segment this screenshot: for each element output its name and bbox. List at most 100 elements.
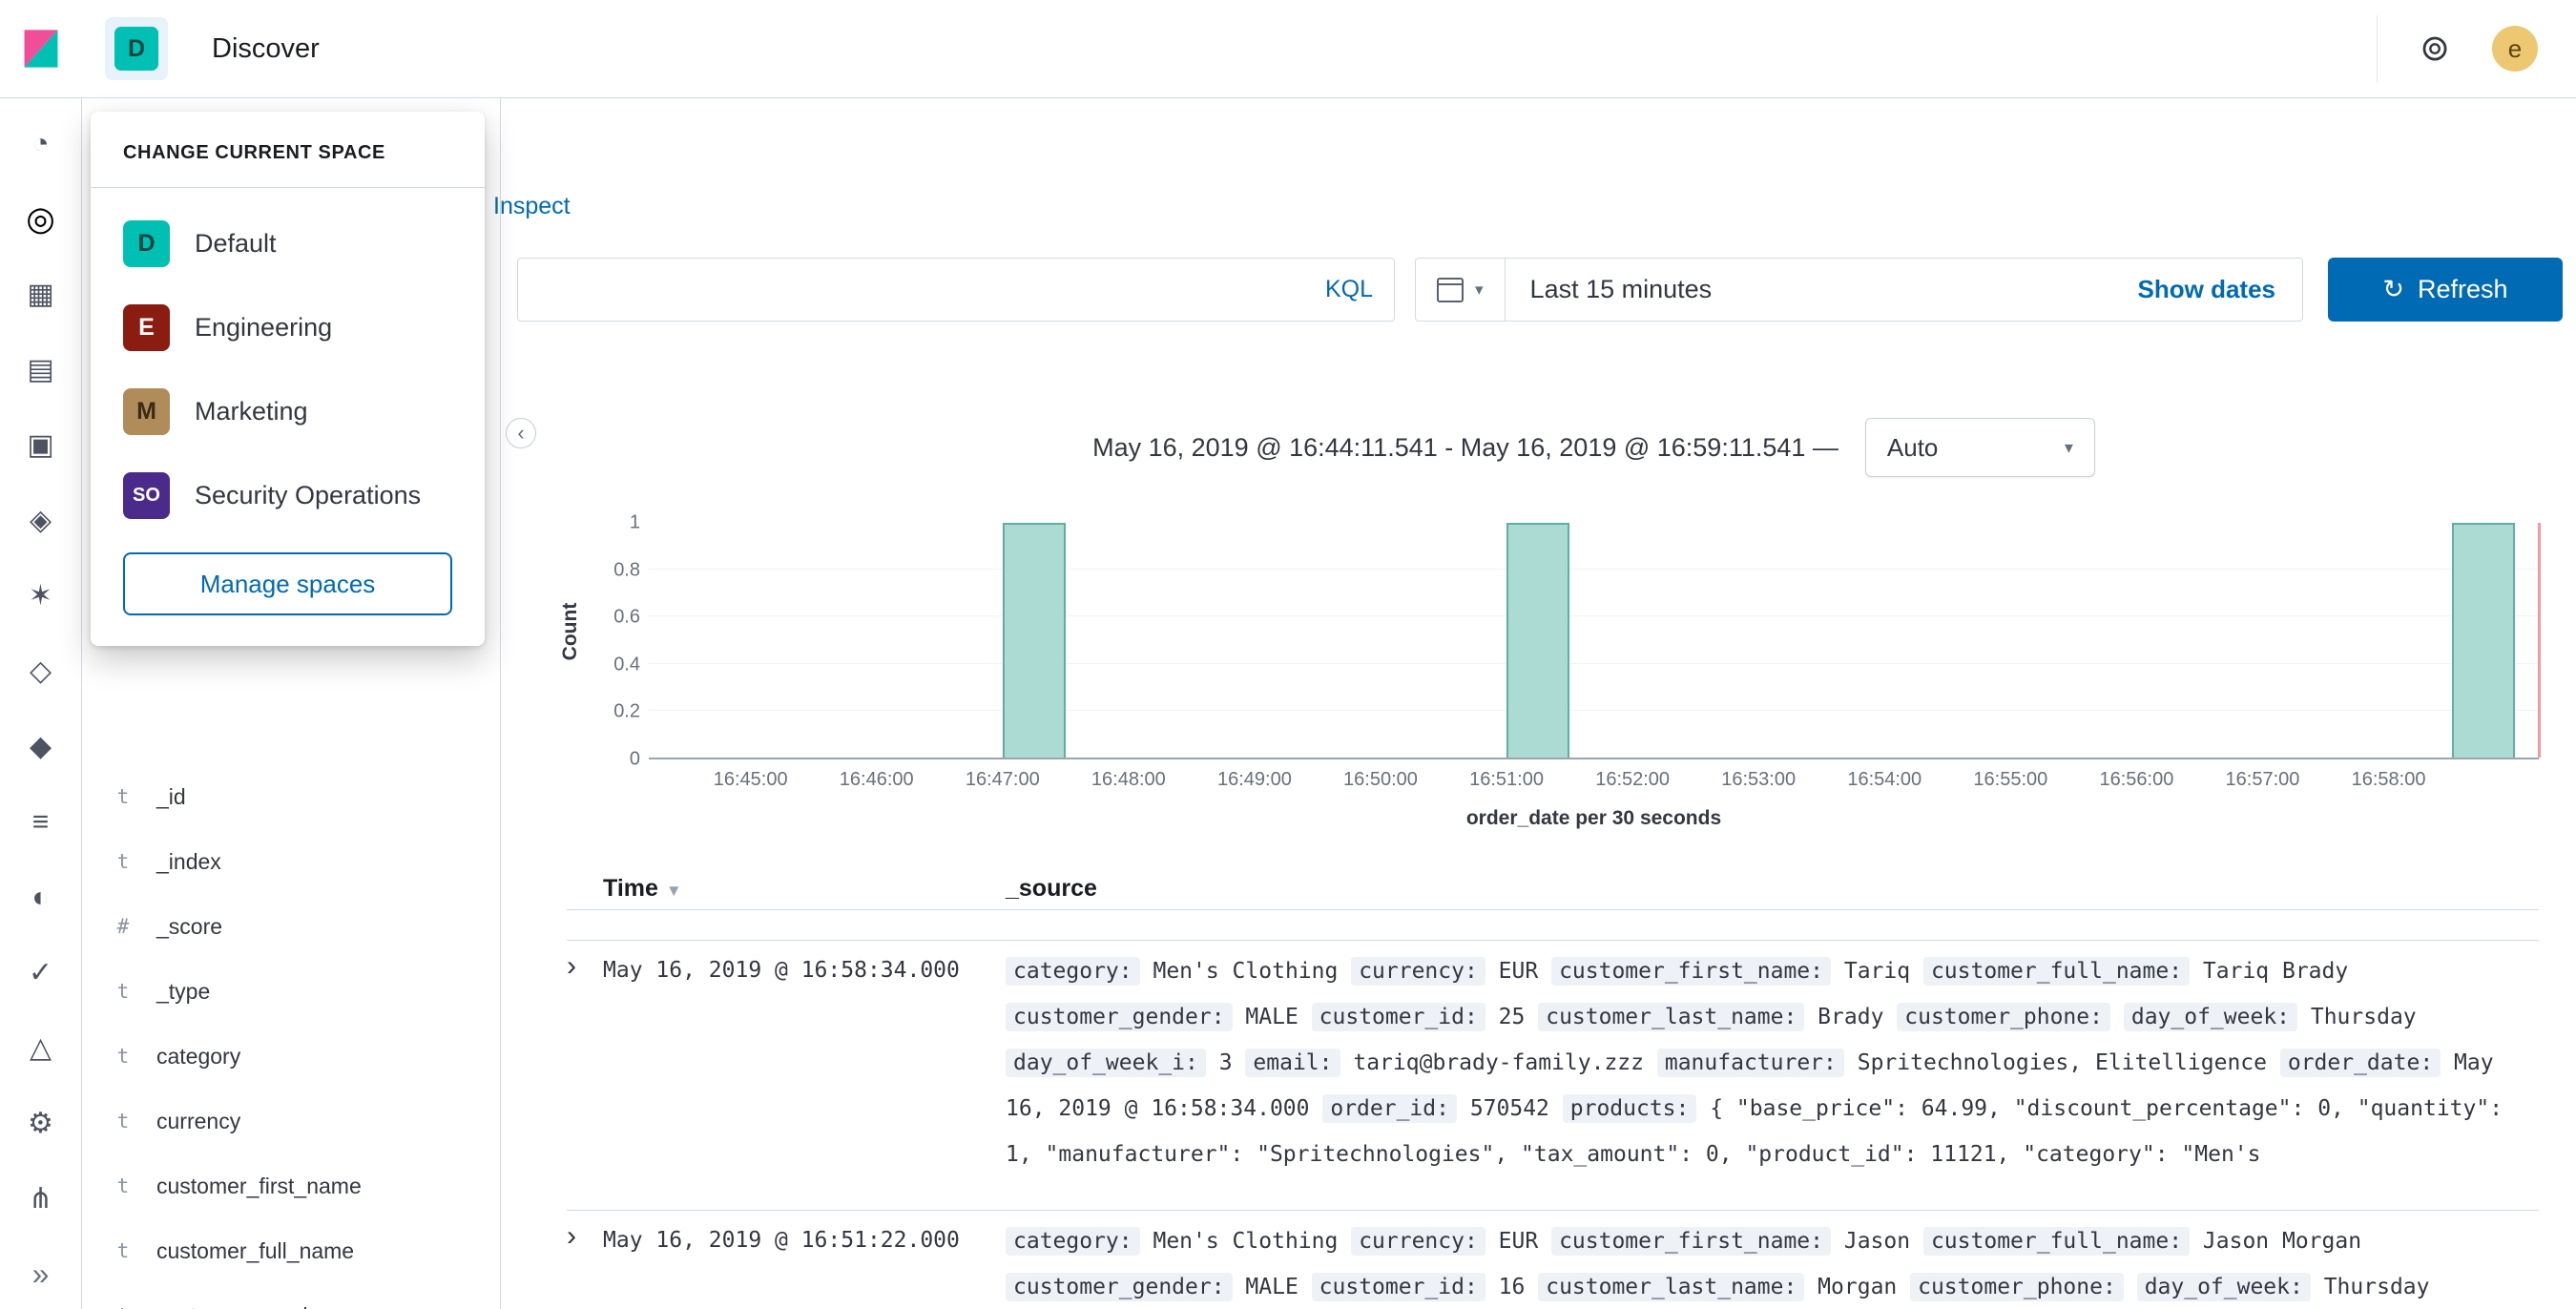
field-name: customer_gender	[156, 1303, 327, 1309]
field-item-_type[interactable]: t _type	[82, 959, 500, 1024]
collapse-nav-icon[interactable]: »	[32, 1257, 50, 1292]
field-name-badge: customer_full_name:	[1922, 1227, 2191, 1256]
histogram-plot[interactable]	[649, 523, 2541, 759]
field-name-badge: customer_full_name:	[1922, 957, 2191, 986]
kibana-logo[interactable]	[0, 26, 82, 72]
dev-tools-nav-icon[interactable]: ⚙	[0, 1086, 81, 1161]
canvas-nav-icon[interactable]: ▣	[0, 407, 81, 483]
doc-table-body: › May 16, 2019 @ 16:58:34.000 category: Me…	[567, 940, 2539, 1309]
field-type-icon: t	[116, 785, 130, 808]
siem-nav-icon[interactable]: △	[0, 1010, 81, 1086]
field-name-badge: category:	[1006, 957, 1140, 986]
space-item-security-operations[interactable]: SO Security Operations	[123, 453, 452, 537]
x-tick-label: 16:48:00	[1091, 769, 1166, 790]
field-name-badge: customer_first_name:	[1551, 1227, 1832, 1256]
field-name-badge: order_id:	[1322, 1094, 1457, 1123]
recently-viewed-nav-icon[interactable]: ◔	[0, 106, 81, 181]
x-tick-label: 16:52:00	[1595, 769, 1671, 790]
page-title: Discover	[212, 32, 320, 64]
field-item-customer_first_name[interactable]: t customer_first_name	[82, 1153, 500, 1218]
expand-row-button[interactable]: ›	[567, 941, 603, 1210]
dashboard-nav-icon[interactable]: ▤	[0, 332, 81, 407]
field-name-badge: order_date:	[2279, 1049, 2441, 1077]
field-name-badge: customer_phone:	[1897, 1003, 2110, 1031]
y-tick-label: 0.2	[613, 700, 640, 722]
current-time-marker	[2537, 523, 2541, 758]
space-item-default[interactable]: D Default	[123, 201, 452, 285]
gridline	[649, 662, 2539, 664]
discover-nav-icon[interactable]: ◎	[0, 181, 81, 257]
sort-caret-icon: ▼	[665, 882, 682, 900]
space-avatar: E	[123, 303, 170, 351]
field-name: _score	[156, 913, 223, 939]
field-name-badge: customer_first_name:	[1551, 957, 1832, 986]
visualize-nav-icon[interactable]: ▦	[0, 257, 81, 332]
chevron-down-icon: ▾	[2064, 437, 2073, 457]
field-name-badge: customer_id:	[1311, 1003, 1485, 1031]
gridline	[649, 615, 2539, 617]
source-cell: category: Men's Clothing currency: EUR c…	[1006, 1211, 2539, 1309]
field-name-badge: customer_phone:	[1910, 1273, 2124, 1301]
chevron-down-icon: ▾	[1475, 280, 1484, 299]
y-tick-label: 0.6	[613, 606, 640, 628]
user-avatar[interactable]: e	[2492, 26, 2538, 72]
field-name: _type	[156, 978, 211, 1004]
graph-nav-icon[interactable]: ◇	[0, 634, 81, 709]
apm-nav-icon[interactable]: ◐	[0, 860, 81, 935]
manage-spaces-button[interactable]: Manage spaces	[123, 552, 452, 615]
field-item-category[interactable]: t category	[82, 1024, 500, 1089]
maps-nav-icon[interactable]: ◈	[0, 483, 81, 558]
machine-learning-nav-icon[interactable]: ✶	[0, 558, 81, 634]
refresh-button[interactable]: ↻ Refresh	[2328, 258, 2563, 322]
metrics-nav-icon[interactable]: ◆	[0, 709, 81, 784]
field-name-badge: customer_gender:	[1006, 1003, 1233, 1031]
y-tick-label: 1	[629, 511, 640, 533]
time-column-header[interactable]: Time ▼	[603, 875, 1006, 903]
show-dates-button[interactable]: Show dates	[2138, 275, 2302, 304]
x-tick-label: 16:45:00	[713, 769, 788, 790]
logs-nav-icon[interactable]: ≡	[0, 784, 81, 860]
field-item-_score[interactable]: # _score	[82, 894, 500, 959]
current-space-avatar: D	[114, 27, 158, 71]
field-name-badge: category:	[1006, 1227, 1140, 1256]
field-type-icon: t	[116, 850, 130, 873]
doc-table-header: Time ▼ _source	[567, 868, 2539, 910]
field-name-badge: customer_last_name:	[1538, 1003, 1805, 1031]
kql-label[interactable]: KQL	[1325, 276, 1373, 303]
histogram-bar[interactable]	[1002, 523, 1066, 758]
query-input[interactable]	[539, 275, 1325, 304]
inspect-link[interactable]: Inspect	[493, 193, 571, 220]
x-tick-label: 16:54:00	[1847, 769, 1922, 790]
space-item-engineering[interactable]: E Engineering	[123, 285, 452, 369]
field-name-badge: manufacturer:	[1656, 1049, 1844, 1077]
field-item-customer_gender[interactable]: t customer_gender	[82, 1283, 500, 1309]
table-row: › May 16, 2019 @ 16:51:22.000 category: Me…	[567, 1210, 2539, 1309]
time-range-value[interactable]: Last 15 minutes	[1506, 275, 1713, 304]
field-item-_id[interactable]: t _id	[82, 764, 500, 829]
space-popover-title: CHANGE CURRENT SPACE	[91, 112, 485, 188]
histogram-bar[interactable]	[1506, 523, 1570, 758]
interval-select[interactable]: Auto ▾	[1864, 418, 2095, 477]
field-item-currency[interactable]: t currency	[82, 1089, 500, 1153]
field-item-customer_full_name[interactable]: t customer_full_name	[82, 1218, 500, 1283]
field-item-_index[interactable]: t _index	[82, 829, 500, 894]
collapse-sidebar-button[interactable]: ‹	[506, 418, 536, 448]
space-name: Engineering	[195, 312, 333, 342]
space-item-marketing[interactable]: M Marketing	[123, 369, 452, 453]
refresh-icon: ↻	[2382, 275, 2405, 303]
y-tick-label: 0.4	[613, 654, 640, 675]
current-space-button[interactable]: D	[105, 17, 168, 80]
discover-main: ‹ May 16, 2019 @ 16:44:11.541 - May 16, …	[501, 364, 2576, 1309]
gridline	[649, 569, 2539, 571]
field-type-icon: #	[116, 915, 130, 938]
x-tick-label: 16:46:00	[839, 769, 914, 790]
expand-row-button[interactable]: ›	[567, 1211, 603, 1309]
uptime-nav-icon[interactable]: ✓	[0, 935, 81, 1010]
field-name-badge: currency:	[1351, 1227, 1485, 1256]
field-name-badge: customer_id:	[1311, 1273, 1485, 1301]
histogram-bar[interactable]	[2451, 523, 2515, 758]
help-icon[interactable]: ⊚	[2420, 31, 2450, 67]
stack-monitoring-nav-icon[interactable]: ⋔	[0, 1161, 81, 1236]
calendar-dropdown-button[interactable]: ▾	[1416, 259, 1506, 321]
source-cell: category: Men's Clothing currency: EUR c…	[1006, 957, 2503, 1167]
